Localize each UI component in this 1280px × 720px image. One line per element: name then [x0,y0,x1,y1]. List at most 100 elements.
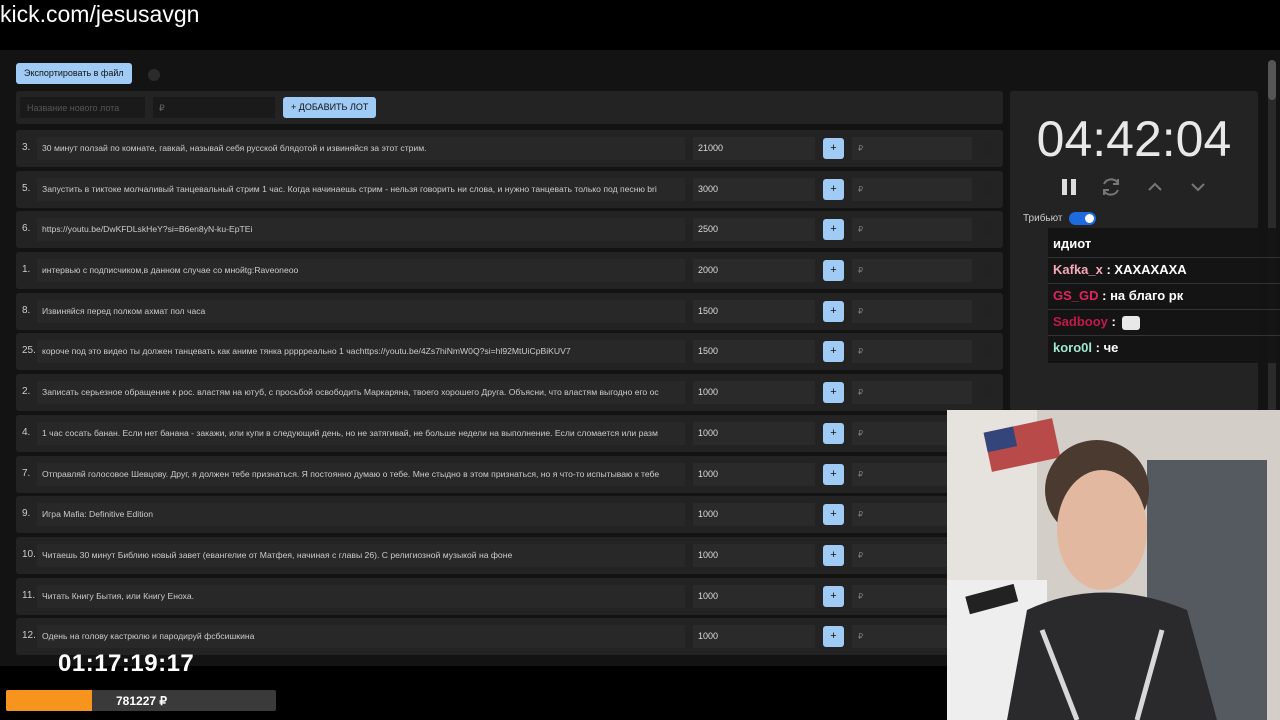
stream-elapsed: 01:17:19:17 [58,650,195,677]
lot-number: 10. [22,548,36,560]
trash-icon[interactable] [982,181,992,195]
chat-message: koro0l : че [1053,340,1118,355]
add-amount-input[interactable]: ₽ [852,177,972,201]
trash-icon[interactable] [982,385,992,399]
toggle-knob [1085,214,1094,223]
lot-title-field[interactable]: 30 минут ползай по комнате, гавкай, назы… [37,137,685,160]
lot-list: 3. 30 минут ползай по комнате, гавкай, на… [16,130,1003,659]
lot-title-field[interactable]: Одень на голову кастрюлю и пародируй фсб… [37,625,685,649]
chat-username: Sadbooy [1053,314,1108,329]
reset-icon[interactable] [1099,175,1123,199]
lot-row: 5. Запустить в тиктоке молчаливый танцева… [16,170,1003,208]
lot-title-field[interactable]: Читаешь 30 минут Библию новый завет (ева… [37,543,685,567]
add-amount-button[interactable]: + [823,626,844,648]
add-amount-button[interactable]: + [823,138,844,159]
lot-row: 6. https://youtu.be/DwKFDLskHeY?si=B6en8y… [16,211,1003,249]
add-amount-input[interactable]: ₽ [852,218,972,242]
chat-message: Kafka_x : ХАХАХАХА [1053,262,1187,277]
trash-icon[interactable] [982,141,992,154]
trash-icon[interactable] [982,222,992,236]
add-amount-button[interactable]: + [823,219,844,241]
lot-title-field[interactable]: Игра Mafia: Definitive Edition [37,503,685,527]
lot-amount-field[interactable]: 1500 [693,340,815,364]
lot-amount-field[interactable]: 1000 [693,381,815,405]
pause-icon[interactable] [1057,175,1081,199]
add-amount-button[interactable]: + [823,585,844,607]
add-amount-input[interactable]: ₽ [852,259,972,283]
add-amount-button[interactable]: + [823,178,844,200]
lot-row: 3. 30 минут ползай по комнате, гавкай, на… [16,130,1003,167]
lot-amount-field[interactable]: 1000 [693,462,815,486]
lot-number: 5. [22,182,31,194]
add-amount-input[interactable]: ₽ [852,137,972,160]
progress-fill [6,690,93,711]
chat-message: Sadbooy : [1053,314,1141,330]
chat-text: : на благо рк [1098,288,1184,303]
add-amount-button[interactable]: + [823,463,844,485]
main-timer: 04:42:04 [1036,111,1232,167]
lot-price-input[interactable] [153,97,275,118]
lot-number: 7. [22,467,31,479]
lot-title-field[interactable]: Читать Книгу Бытия, или Книгу Еноха. [37,584,685,608]
lot-title-field[interactable]: Записать серьезное обращение к рос. влас… [37,381,685,405]
lot-row: 4. 1 час сосать банан. Если нет банана - … [16,414,1003,452]
lot-title-field[interactable]: https://youtu.be/DwKFDLskHeY?si=B6en8yN-… [37,218,685,242]
lot-amount-field[interactable]: 1000 [693,543,815,567]
lot-title-field[interactable]: интервью с подписчиком,в данном случае с… [37,259,685,283]
lot-amount-field[interactable]: 1000 [693,503,815,527]
tribute-label: Трибьют [1023,213,1063,224]
lot-title-field[interactable]: Извиняйся перед полком ахмат пол часа [37,299,685,323]
lot-title-field[interactable]: 1 час сосать банан. Если нет банана - за… [37,421,685,445]
lot-row: 11. Читать Книгу Бытия, или Книгу Еноха. 1… [16,577,1003,615]
cat-emoji-icon [1122,315,1141,330]
lot-title-field[interactable]: короче под это видео ты должен танцевать… [37,340,685,364]
add-amount-button[interactable]: + [823,300,844,322]
add-amount-button[interactable]: + [823,422,844,444]
trash-icon[interactable] [982,303,992,317]
lot-row: 8. Извиняйся перед полком ахмат пол часа 1… [16,292,1003,330]
add-amount-button[interactable]: + [823,260,844,282]
chat-separator [1048,309,1280,310]
add-amount-button[interactable]: + [823,504,844,526]
scroll-thumb[interactable] [1268,60,1276,100]
lot-row: 9. Игра Mafia: Definitive Edition 1000 + ₽ [16,496,1003,534]
add-amount-button[interactable]: + [823,341,844,363]
add-amount-button[interactable]: + [823,382,844,404]
lot-amount-field[interactable]: 2500 [693,218,815,242]
chat-text: идиот [1053,236,1092,251]
lot-amount-field[interactable]: 2000 [693,259,815,283]
add-amount-input[interactable]: ₽ [852,340,972,364]
lot-title-field[interactable]: Отправляй голосовое Шевцову. Друг, я дол… [37,462,685,486]
lot-row: 2. Записать серьезное обращение к рос. вл… [16,374,1003,412]
webcam-image [947,410,1280,720]
lot-number: 11. [22,589,36,601]
chat-text: : че [1092,340,1119,355]
chevron-up-icon[interactable] [1143,175,1167,199]
chat-separator [1048,257,1280,258]
lot-amount-field[interactable]: 1000 [693,421,815,445]
lot-amount-field[interactable]: 21000 [693,137,815,160]
export-button[interactable]: Экспортировать в файл [16,63,132,84]
lot-row: 7. Отправляй голосовое Шевцову. Друг, я д… [16,455,1003,493]
add-amount-input[interactable]: ₽ [852,299,972,323]
url-text: kick.com/jesusavgn [0,1,200,27]
add-lot-button[interactable]: + ДОБАВИТЬ ЛОТ [283,97,377,118]
status-dot [148,69,160,81]
lot-number: 12. [22,630,36,642]
lot-name-input[interactable] [20,97,145,118]
lot-amount-field[interactable]: 1000 [693,584,815,608]
chat-message: идиот [1053,236,1091,251]
lot-number: 1. [22,264,31,276]
lot-amount-field[interactable]: 3000 [693,177,815,201]
lot-title-field[interactable]: Запустить в тиктоке молчаливый танцеваль… [37,177,685,201]
lot-number: 4. [22,426,31,438]
lot-amount-field[interactable]: 1000 [693,625,815,649]
add-amount-input[interactable]: ₽ [852,381,972,405]
lot-amount-field[interactable]: 1500 [693,299,815,323]
tribute-toggle[interactable] [1069,212,1096,225]
trash-icon[interactable] [982,263,992,277]
chevron-down-icon[interactable] [1186,175,1210,199]
chat-username: Kafka_x [1053,262,1103,277]
add-amount-button[interactable]: + [823,544,844,566]
trash-icon[interactable] [982,344,992,358]
